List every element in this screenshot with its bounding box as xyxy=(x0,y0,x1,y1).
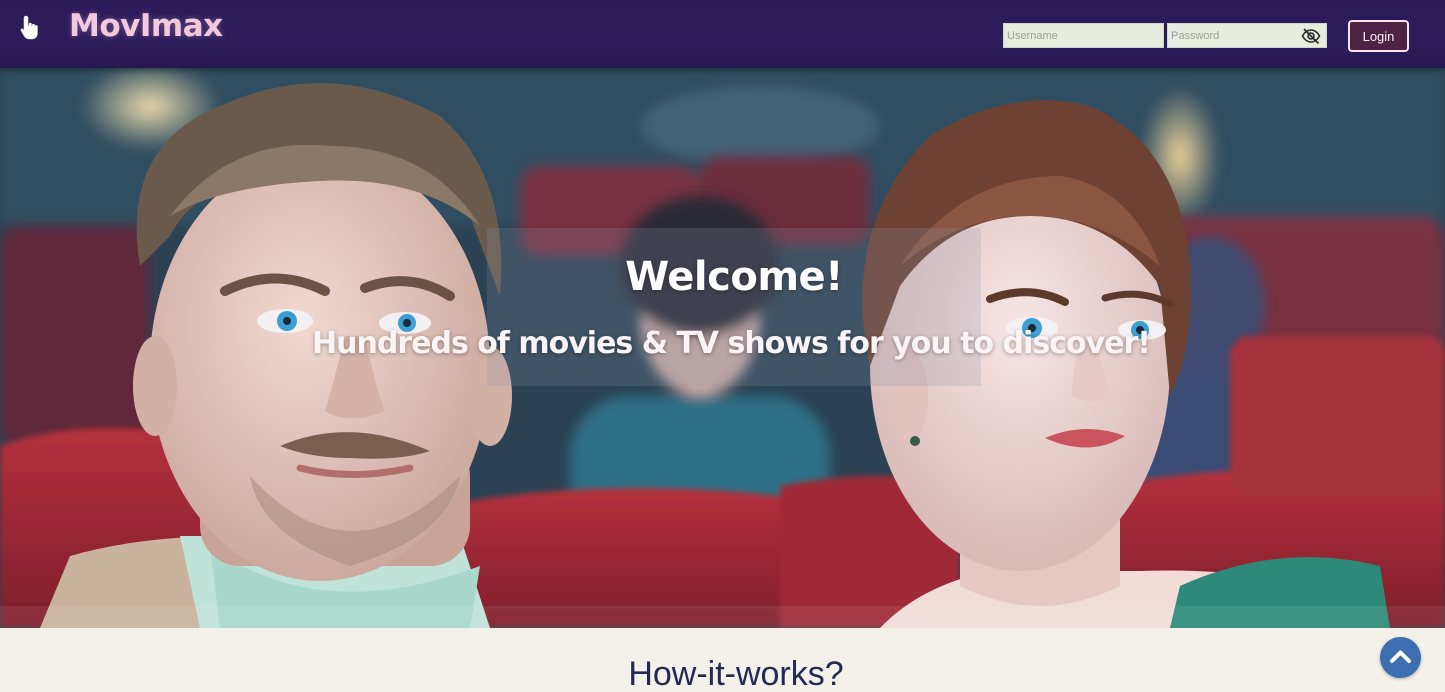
username-field-wrapper xyxy=(1003,23,1164,48)
hero-subtitle: Hundreds of movies & TV shows for you to… xyxy=(312,326,1151,361)
username-input[interactable] xyxy=(1004,24,1163,47)
password-field-wrapper xyxy=(1167,23,1327,48)
navbar: MovImax Login xyxy=(0,0,1445,68)
page: MovImax Login xyxy=(0,0,1445,692)
login-button[interactable]: Login xyxy=(1348,20,1409,52)
scroll-to-top-button[interactable] xyxy=(1380,637,1421,678)
brand-logo[interactable]: MovImax xyxy=(69,8,223,44)
hero-title: Welcome! xyxy=(625,254,843,300)
hero-banner: Welcome! Hundreds of movies & TV shows f… xyxy=(0,66,1445,628)
eye-slash-icon[interactable] xyxy=(1301,27,1321,45)
chevron-up-icon xyxy=(1390,650,1411,663)
hand-pointer-icon[interactable] xyxy=(18,14,42,42)
hero-text-backdrop xyxy=(487,228,981,386)
how-it-works-heading: How-it-works? xyxy=(628,655,844,692)
